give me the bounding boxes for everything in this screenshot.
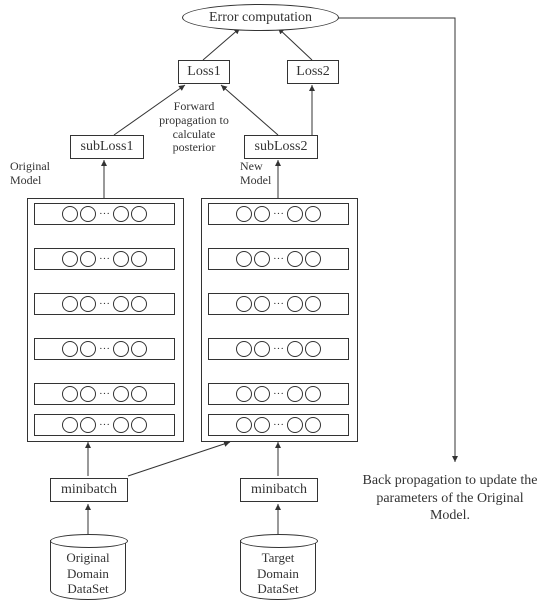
nn2-layer: ···	[208, 293, 349, 315]
error-computation-node: Error computation	[182, 4, 339, 31]
minibatch-right: minibatch	[240, 478, 318, 502]
nn1-layer: ···	[34, 338, 175, 360]
loss1-box: Loss1	[178, 60, 230, 84]
loss2-box: Loss2	[287, 60, 339, 84]
original-dataset-cylinder: Original Domain DataSet	[50, 534, 126, 600]
forward-prop-note: Forward propagation to calculate posteri…	[144, 100, 244, 155]
subloss1-box: subLoss1	[70, 135, 144, 159]
nn1-layer: ···	[34, 203, 175, 225]
original-model-nn	[27, 198, 184, 442]
nn1-layer: ···	[34, 383, 175, 405]
minibatch-left: minibatch	[50, 478, 128, 502]
nn2-layer: ···	[208, 414, 349, 436]
nn2-layer: ···	[208, 383, 349, 405]
target-dataset-cylinder: Target Domain DataSet	[240, 534, 316, 600]
nn1-layer: ···	[34, 248, 175, 270]
nn1-layer: ···	[34, 293, 175, 315]
new-model-label: New Model	[240, 160, 290, 188]
new-model-nn	[201, 198, 358, 442]
backprop-note: Back propagation to update the parameter…	[355, 472, 542, 525]
original-model-label: Original Model	[10, 160, 65, 188]
nn2-layer: ···	[208, 203, 349, 225]
nn2-layer: ···	[208, 248, 349, 270]
nn2-layer: ···	[208, 338, 349, 360]
subloss2-box: subLoss2	[244, 135, 318, 159]
nn1-layer: ···	[34, 414, 175, 436]
